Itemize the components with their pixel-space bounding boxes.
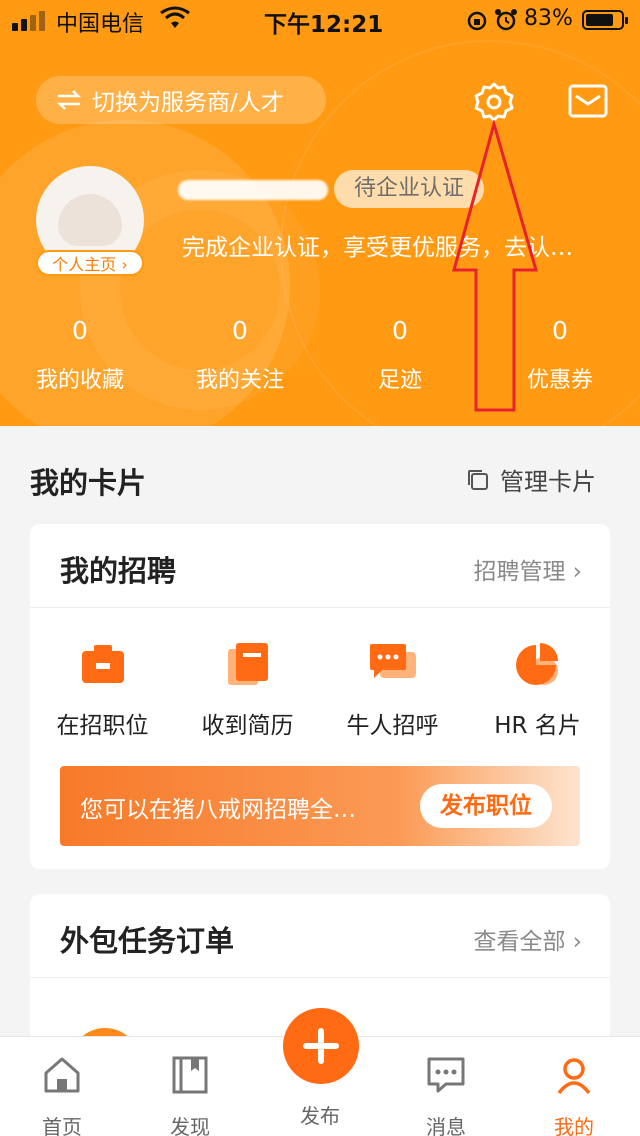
publish-job-banner[interactable]: 您可以在猪八戒网招聘全… 发布职位 (60, 766, 580, 846)
stats-row: 0 我的收藏 0 我的关注 0 足迹 0 优惠券 (0, 316, 640, 396)
stat-following[interactable]: 0 我的关注 (160, 316, 320, 396)
verify-tip-link[interactable]: 完成企业认证，享受更优服务，去认… (182, 228, 632, 262)
stat-value: 0 (72, 316, 88, 345)
stat-label: 足迹 (377, 368, 422, 393)
publish-label: 发布 (300, 1104, 340, 1128)
chat-icon (369, 644, 416, 678)
banner-text: 您可以在猪八戒网招聘全… (80, 797, 356, 823)
manage-cards-button[interactable]: 管理卡片 (466, 462, 596, 497)
stat-label: 我的关注 (195, 368, 284, 393)
clock: 下午12:21 (264, 12, 384, 38)
stat-value: 0 (232, 316, 248, 345)
tool-open-positions[interactable]: 在招职位 (30, 634, 175, 740)
resume-icon (227, 643, 268, 685)
wifi-icon (160, 6, 190, 28)
tool-label: 牛人招呼 (346, 713, 439, 739)
view-all-label: 查看全部 (473, 929, 566, 955)
stat-footprint[interactable]: 0 足迹 (320, 316, 480, 396)
my-cards-title: 我的卡片 (30, 466, 147, 500)
publish-job-button[interactable]: 发布职位 (420, 784, 552, 828)
carrier-label: 中国电信 (56, 12, 145, 37)
copy-icon (468, 469, 488, 490)
stat-value: 0 (552, 316, 568, 345)
switch-role-label: 切换为服务商/人才 (92, 90, 284, 116)
message-icon (427, 1057, 465, 1093)
manage-cards-label: 管理卡片 (500, 468, 596, 496)
personal-homepage-label: 个人主页 (52, 255, 117, 274)
tab-label: 首页 (42, 1115, 82, 1136)
tab-label: 发现 (170, 1115, 210, 1136)
card-title: 我的招聘 (60, 554, 177, 588)
briefcase-icon (81, 645, 124, 683)
tool-talent-greetings[interactable]: 牛人招呼 (320, 634, 465, 740)
tab-label: 消息 (426, 1115, 466, 1136)
verify-status-badge[interactable]: 待企业认证 (334, 170, 484, 208)
tab-home[interactable]: 首页 (12, 1049, 112, 1136)
card-header: 我的招聘 招聘管理 › (30, 524, 610, 608)
signal-icon (12, 11, 45, 31)
profile-header: 中国电信 下午12:21 83% 切换为服务商/人才 个人主页 › 待企业认证 … (0, 0, 640, 426)
stat-label: 我的收藏 (35, 368, 124, 393)
alarm-icon (495, 9, 517, 31)
stat-favorites[interactable]: 0 我的收藏 (0, 316, 160, 396)
card-title: 外包任务订单 (60, 924, 235, 958)
switch-arrows-icon (56, 90, 82, 110)
personal-homepage-button[interactable]: 个人主页 › (36, 250, 144, 276)
home-icon (44, 1057, 80, 1093)
battery-percent: 83% (524, 6, 573, 31)
username-redacted (178, 172, 334, 206)
switch-role-button[interactable]: 切换为服务商/人才 (36, 76, 326, 124)
tab-label: 我的 (554, 1115, 594, 1136)
user-icon (557, 1058, 591, 1095)
recruit-manage-label: 招聘管理 (473, 559, 566, 585)
plus-icon (303, 1028, 339, 1064)
card-header: 外包任务订单 查看全部 › (30, 894, 610, 978)
tool-label: 在招职位 (56, 713, 149, 739)
status-bar: 中国电信 下午12:21 83% (0, 0, 640, 40)
book-icon (172, 1056, 208, 1094)
tool-hr-card[interactable]: HR 名片 (465, 634, 610, 740)
recruit-card: 我的招聘 招聘管理 › 在招职位 收到简历 牛人招呼 HR 名片 您可以在猪八戒… (30, 524, 610, 869)
battery-icon (582, 10, 628, 30)
stat-label: 优惠券 (526, 368, 593, 393)
tool-received-resumes[interactable]: 收到简历 (175, 634, 320, 740)
stat-value: 0 (392, 316, 408, 345)
rotation-lock-icon (467, 11, 487, 31)
publish-button[interactable] (283, 1008, 359, 1084)
tab-messages[interactable]: 消息 (396, 1049, 496, 1136)
view-all-link[interactable]: 查看全部 › (473, 922, 582, 956)
mail-icon[interactable] (568, 82, 608, 120)
tool-label: 收到简历 (201, 713, 294, 739)
settings-gear-icon[interactable] (472, 80, 516, 124)
recruit-tools: 在招职位 收到简历 牛人招呼 HR 名片 (30, 634, 610, 740)
tool-label: HR 名片 (494, 713, 581, 739)
pie-card-icon (515, 643, 558, 685)
tab-mine[interactable]: 我的 (524, 1049, 624, 1136)
tab-discover[interactable]: 发现 (140, 1049, 240, 1136)
recruit-manage-link[interactable]: 招聘管理 › (473, 552, 582, 586)
stat-coupons[interactable]: 0 优惠券 (480, 316, 640, 396)
